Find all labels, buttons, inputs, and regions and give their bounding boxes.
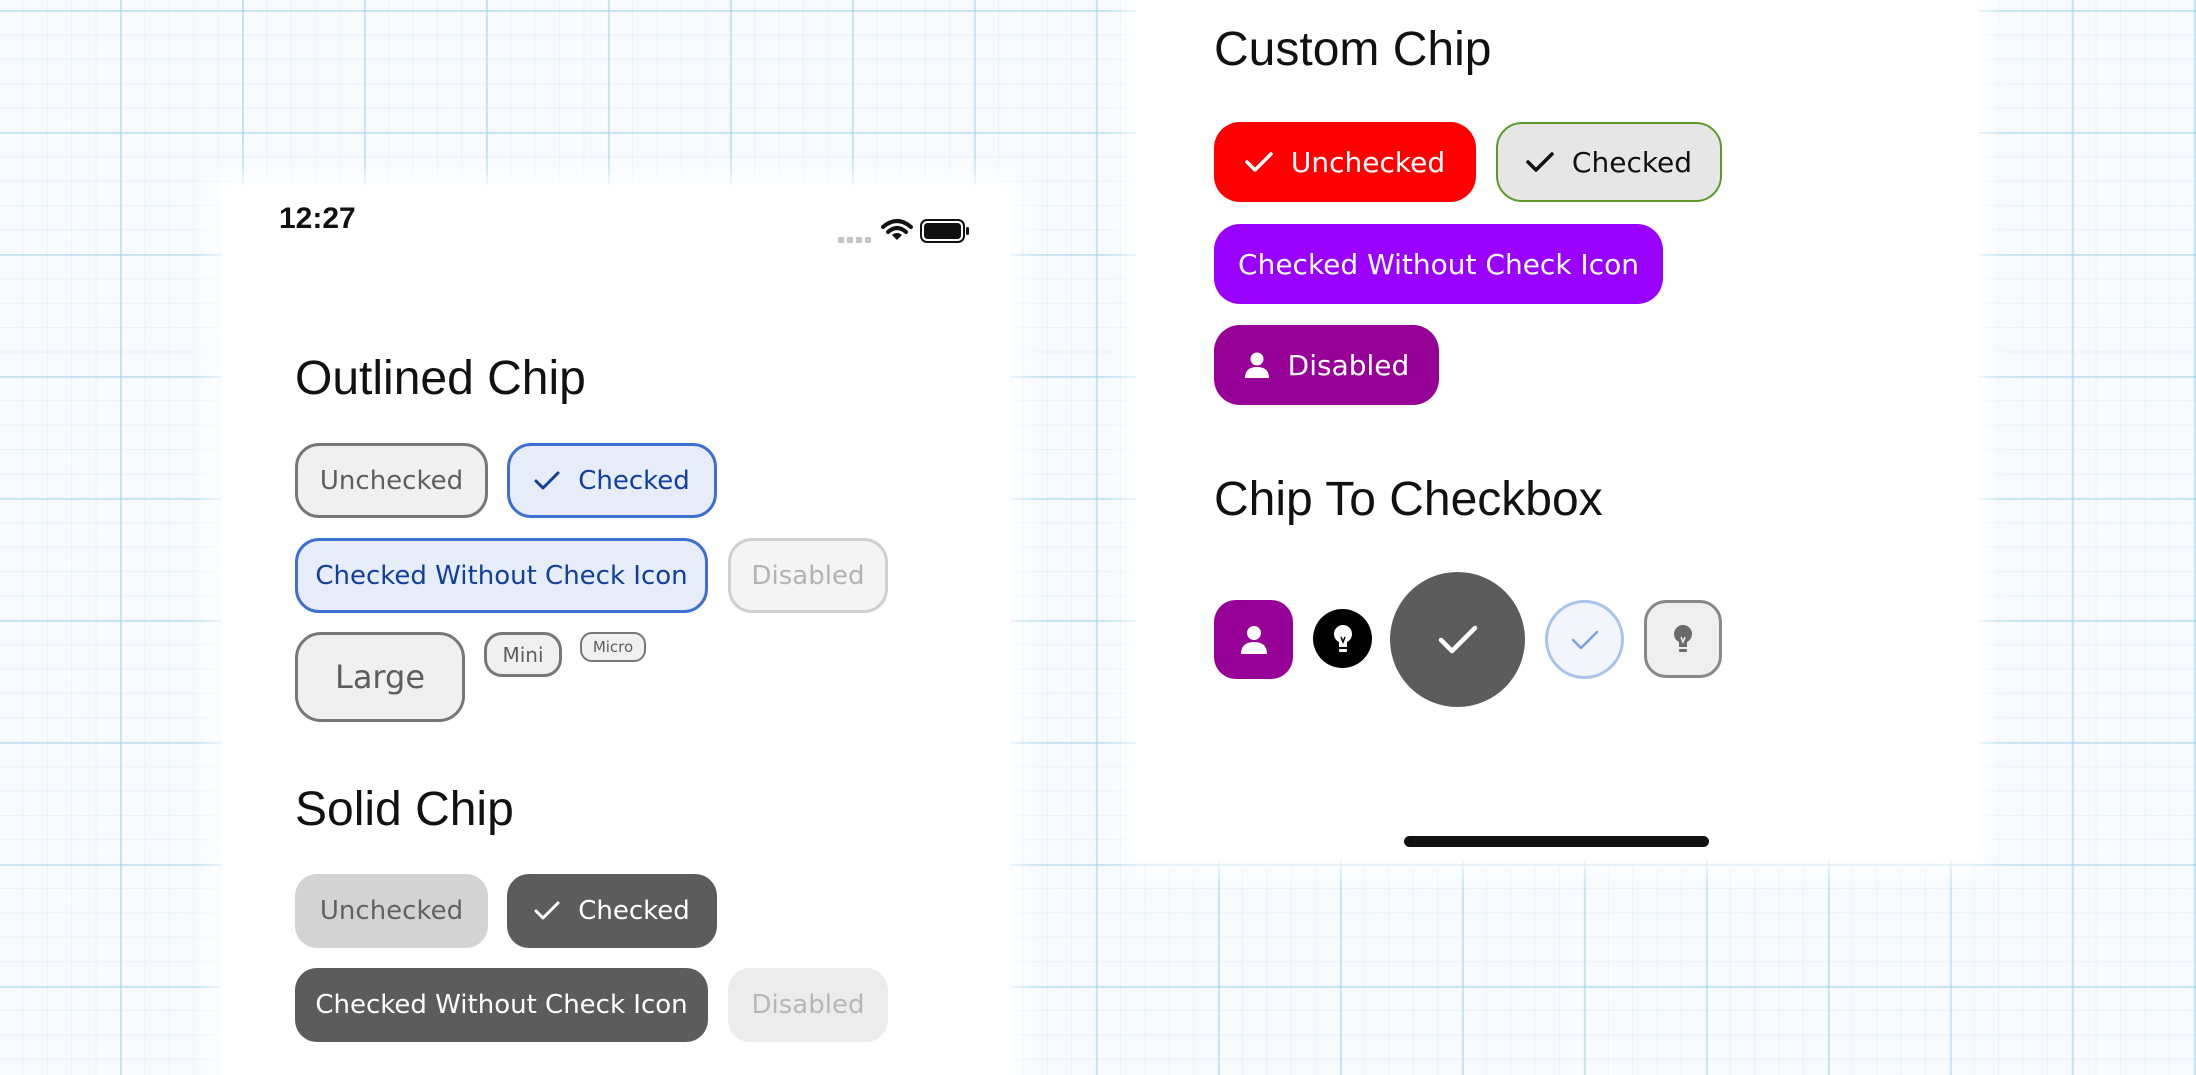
person-icon	[1240, 625, 1267, 654]
checkbox-large-check[interactable]	[1390, 572, 1525, 707]
chip-label: Disabled	[751, 560, 865, 591]
lightbulb-icon	[1674, 625, 1692, 652]
custom-checked-chip[interactable]: Checked	[1496, 122, 1722, 202]
chip-label: Checked	[578, 465, 690, 496]
chip-label: Checked Without Check Icon	[1238, 247, 1639, 281]
cellular-signal-icon	[838, 237, 871, 243]
custom-disabled-chip: Disabled	[1214, 325, 1439, 405]
checkbox-lightbulb-unchecked[interactable]	[1644, 600, 1722, 678]
custom-unchecked-chip[interactable]: Unchecked	[1214, 122, 1476, 202]
battery-icon	[920, 219, 969, 243]
solid-unchecked-chip[interactable]: Unchecked	[295, 874, 488, 948]
chip-label: Disabled	[751, 990, 865, 1020]
checkmark-icon	[1245, 152, 1273, 172]
checkmark-icon	[534, 901, 560, 920]
chip-label: Large	[334, 658, 426, 696]
outlined-large-chip[interactable]: Large	[295, 632, 465, 722]
chip-label: Checked	[578, 896, 690, 926]
person-icon	[1244, 352, 1269, 378]
outlined-disabled-chip: Disabled	[728, 538, 888, 613]
checkbox-check-unchecked[interactable]	[1545, 600, 1624, 679]
checkbox-person[interactable]	[1214, 600, 1293, 679]
chip-label: Mini	[502, 642, 544, 667]
outlined-checked-chip[interactable]: Checked	[507, 443, 717, 518]
chip-label: Checked	[1571, 145, 1693, 179]
outlined-mini-chip[interactable]: Mini	[484, 632, 562, 677]
custom-chip-title: Custom Chip	[1214, 23, 1492, 76]
home-indicator	[1404, 836, 1709, 847]
status-time: 12:27	[279, 202, 356, 235]
solid-checked-without-icon-chip[interactable]: Checked Without Check Icon	[295, 968, 708, 1042]
lightbulb-icon	[1333, 624, 1352, 652]
checkmark-icon	[1438, 625, 1477, 653]
chip-label: Unchecked	[319, 465, 464, 496]
outlined-checked-without-icon-chip[interactable]: Checked Without Check Icon	[295, 538, 708, 613]
solid-chip-title: Solid Chip	[295, 783, 514, 836]
checkmark-icon	[1571, 630, 1598, 649]
checkmark-icon	[1526, 152, 1554, 172]
solid-disabled-chip: Disabled	[728, 968, 888, 1042]
custom-checked-without-icon-chip[interactable]: Checked Without Check Icon	[1214, 224, 1663, 304]
chip-label: Unchecked	[1290, 145, 1446, 179]
wifi-icon	[881, 219, 913, 240]
checkmark-icon	[534, 471, 560, 489]
outlined-chip-title: Outlined Chip	[295, 352, 586, 405]
outlined-unchecked-chip[interactable]: Unchecked	[295, 443, 488, 518]
chip-label: Micro	[592, 638, 634, 656]
chip-to-checkbox-title: Chip To Checkbox	[1214, 473, 1603, 526]
checkbox-lightbulb-checked[interactable]	[1313, 609, 1372, 668]
solid-checked-chip[interactable]: Checked	[507, 874, 717, 948]
chip-label: Checked Without Check Icon	[315, 990, 688, 1020]
chip-label: Checked Without Check Icon	[315, 560, 688, 591]
chip-label: Unchecked	[319, 896, 464, 926]
outlined-micro-chip[interactable]: Micro	[580, 632, 646, 662]
chip-label: Disabled	[1287, 348, 1410, 382]
